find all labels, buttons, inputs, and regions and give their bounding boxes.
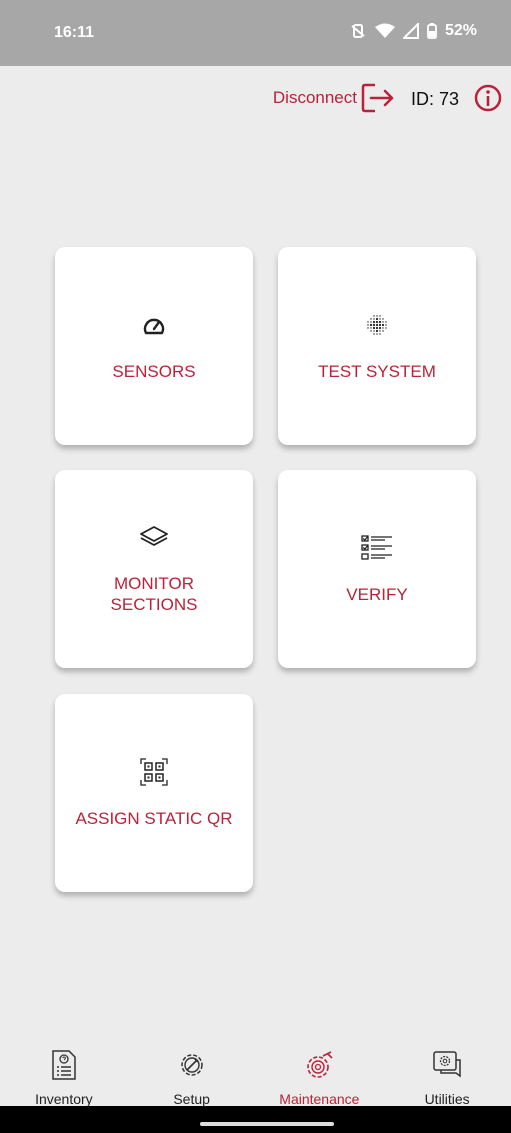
assign-static-qr-label: ASSIGN STATIC QR	[75, 808, 233, 828]
wifi-icon	[374, 23, 395, 39]
home-indicator[interactable]	[200, 1122, 334, 1126]
vibrate-off-icon	[349, 23, 367, 39]
maintenance-gear-icon	[303, 1050, 335, 1085]
verify-tile[interactable]: VERIFY	[278, 470, 476, 668]
system-nav-bar	[0, 1106, 511, 1133]
top-bar: Disconnect ID: 73	[0, 80, 511, 120]
nav-setup[interactable]: Setup	[128, 1050, 256, 1107]
device-id: ID: 73	[410, 89, 459, 109]
nav-maintenance-label: Maintenance	[279, 1091, 360, 1107]
nav-utilities[interactable]: Utilities	[383, 1050, 511, 1107]
sensors-tile[interactable]: SENSORS	[55, 247, 253, 445]
bottom-nav: Inventory Setup Maintenance Utilities	[0, 1050, 511, 1107]
info-icon[interactable]	[473, 83, 503, 118]
nav-inventory[interactable]: Inventory	[0, 1050, 128, 1107]
monitor-sections-tile[interactable]: MONITOR SECTIONS	[55, 470, 253, 668]
inventory-icon	[49, 1050, 79, 1085]
status-bar: 16:11 52%	[0, 0, 511, 66]
setup-gear-icon	[176, 1050, 208, 1085]
layers-icon	[139, 523, 169, 551]
logout-icon[interactable]	[361, 83, 395, 118]
battery-icon	[427, 23, 437, 39]
assign-static-qr-tile[interactable]: ASSIGN STATIC QR	[55, 694, 253, 892]
sensors-label: SENSORS	[112, 361, 196, 381]
nav-inventory-label: Inventory	[35, 1091, 93, 1107]
status-icons: 52%	[349, 22, 477, 40]
gauge-icon	[142, 311, 166, 339]
verify-label: VERIFY	[346, 584, 408, 604]
battery-percent: 52%	[444, 22, 477, 39]
nav-utilities-label: Utilities	[424, 1091, 470, 1107]
nav-setup-label: Setup	[173, 1091, 210, 1107]
status-time: 16:11	[54, 24, 95, 41]
disconnect-link[interactable]: Disconnect	[273, 88, 357, 108]
nav-maintenance[interactable]: Maintenance	[256, 1050, 384, 1107]
checklist-icon	[361, 534, 393, 562]
signal-icon	[402, 23, 419, 39]
dot-grid-icon	[366, 311, 388, 339]
utilities-chat-gear-icon	[431, 1050, 463, 1085]
qr-code-icon	[140, 757, 168, 786]
test-system-label: TEST SYSTEM	[318, 361, 436, 381]
monitor-sections-label: MONITOR SECTIONS	[110, 574, 198, 614]
test-system-tile[interactable]: TEST SYSTEM	[278, 247, 476, 445]
